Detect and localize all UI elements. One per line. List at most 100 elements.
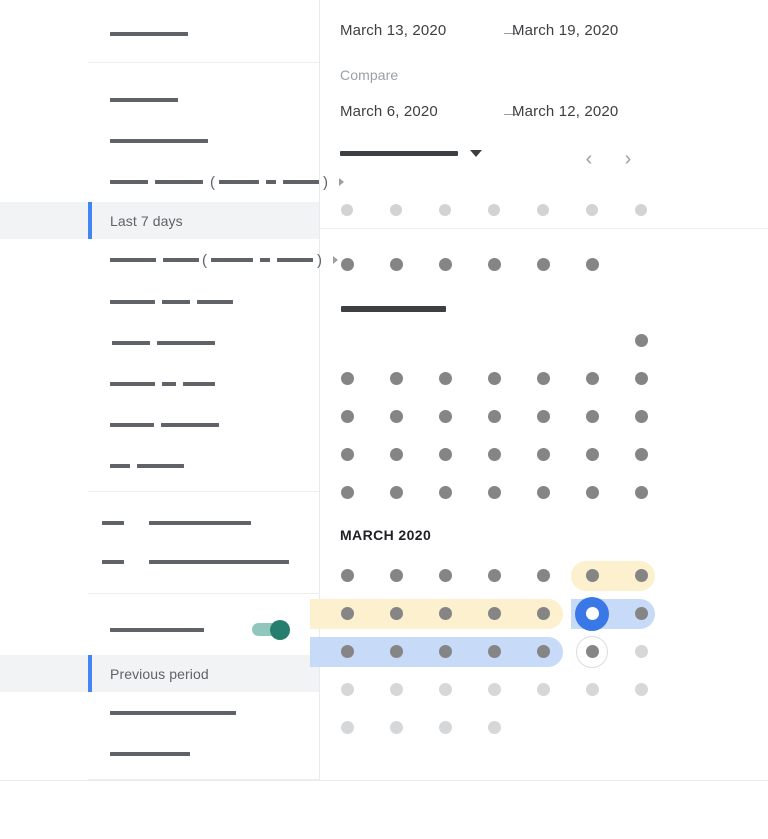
calendar-day[interactable] (635, 410, 648, 423)
calendar-day[interactable] (586, 258, 599, 271)
sidebar-divider-top (88, 62, 319, 63)
sidebar-item-label: Last 7 days (110, 212, 183, 229)
calendar-day-disabled (635, 683, 648, 696)
calendar-week-row (320, 322, 768, 360)
calendar-day[interactable] (390, 410, 403, 423)
primary-end-date-field[interactable]: March 19, 2020 (512, 22, 662, 46)
sidebar-item-7[interactable] (0, 327, 319, 359)
redacted-label (102, 560, 289, 564)
calendar-day-primary[interactable] (635, 607, 648, 620)
calendar-day-disabled (341, 683, 354, 696)
calendar-day[interactable] (390, 486, 403, 499)
calendar-day-primary[interactable] (488, 645, 501, 658)
calendar-day[interactable] (586, 448, 599, 461)
calendar-day[interactable] (488, 569, 501, 582)
calendar-day[interactable] (341, 486, 354, 499)
compare-end-date-field[interactable]: March 12, 2020 (512, 103, 662, 127)
compare-toggle[interactable] (252, 620, 290, 640)
next-month-button[interactable]: › (615, 146, 641, 172)
sidebar-compare-row[interactable] (0, 614, 319, 646)
calendar-day-compare[interactable] (537, 607, 550, 620)
sidebar-item-15[interactable] (0, 697, 319, 729)
primary-start-date-field[interactable]: March 13, 2020 (340, 22, 490, 46)
calendar-day[interactable] (488, 372, 501, 385)
calendar-day[interactable] (439, 410, 452, 423)
redacted-label: ( ) (110, 175, 344, 190)
sidebar-item-8[interactable] (0, 368, 319, 400)
sidebar-item-16[interactable] (0, 738, 319, 770)
calendar-day[interactable] (586, 486, 599, 499)
calendar-day[interactable] (439, 486, 452, 499)
calendar-day[interactable] (439, 569, 452, 582)
calendar-day[interactable] (390, 372, 403, 385)
calendar-day-compare[interactable] (635, 569, 648, 582)
date-range-picker-dialog: ( ) Last 7 days ( ) Previous period Marc… (0, 0, 768, 839)
calendar-day[interactable] (439, 372, 452, 385)
calendar-day-disabled (390, 683, 403, 696)
calendar-day[interactable] (341, 410, 354, 423)
sidebar-item-3[interactable]: ( ) (0, 166, 344, 198)
calendar-day[interactable] (586, 372, 599, 385)
calendar-day-compare[interactable] (390, 607, 403, 620)
calendar-day[interactable] (635, 486, 648, 499)
sidebar-item-2[interactable] (0, 125, 319, 157)
calendar-day[interactable] (390, 258, 403, 271)
weekday-header-dot (586, 204, 598, 216)
calendar-day-compare[interactable] (488, 607, 501, 620)
calendar-day-primary[interactable] (537, 645, 550, 658)
weekday-header-dot (341, 204, 353, 216)
sidebar-item-0[interactable] (0, 18, 319, 50)
sidebar-item-9[interactable] (0, 409, 319, 441)
redacted-label (112, 341, 215, 345)
calendar-week-row (320, 398, 768, 436)
calendar-day[interactable] (537, 258, 550, 271)
calendar-day[interactable] (390, 569, 403, 582)
compare-start-date-field[interactable]: March 6, 2020 (340, 103, 490, 127)
calendar-day[interactable] (390, 448, 403, 461)
sidebar-item-previous-period[interactable]: Previous period (0, 655, 319, 692)
calendar-day[interactable] (537, 372, 550, 385)
calendar-day-compare[interactable] (586, 569, 599, 582)
calendar-day[interactable] (537, 569, 550, 582)
redacted-label: ( ) (110, 253, 338, 268)
sidebar-item-12[interactable] (0, 546, 319, 578)
sidebar-item-label: Previous period (110, 665, 209, 682)
calendar-day-disabled (586, 683, 599, 696)
calendar-day[interactable] (586, 410, 599, 423)
calendar-day[interactable] (341, 258, 354, 271)
calendar-day[interactable] (635, 372, 648, 385)
weekday-header-dot (390, 204, 402, 216)
sidebar-item-5[interactable]: ( ) (0, 244, 338, 276)
sidebar-item-last-7-days[interactable]: Last 7 days (0, 202, 319, 239)
calendar-day[interactable] (537, 448, 550, 461)
calendar-week-row (310, 633, 768, 671)
calendar-day[interactable] (537, 486, 550, 499)
granularity-dropdown[interactable] (340, 150, 482, 157)
calendar-day-today[interactable] (586, 645, 599, 658)
calendar-day[interactable] (488, 258, 501, 271)
calendar-day-primary[interactable] (390, 645, 403, 658)
calendar-day[interactable] (341, 448, 354, 461)
calendar-day-selected[interactable] (586, 607, 599, 620)
calendar-day[interactable] (635, 448, 648, 461)
calendar-day-primary[interactable] (439, 645, 452, 658)
calendar-day[interactable] (488, 448, 501, 461)
compare-end-date-value: March 12, 2020 (512, 103, 619, 120)
calendar-day[interactable] (488, 486, 501, 499)
calendar-day[interactable] (488, 410, 501, 423)
calendar-day-compare[interactable] (439, 607, 452, 620)
sidebar-item-10[interactable] (0, 450, 319, 482)
sidebar-item-6[interactable] (0, 286, 319, 318)
sidebar-item-11[interactable] (0, 507, 319, 539)
sidebar-item-1[interactable] (0, 84, 319, 116)
calendar-day[interactable] (341, 372, 354, 385)
calendar-day-compare[interactable] (341, 607, 354, 620)
calendar-day-primary[interactable] (341, 645, 354, 658)
calendar-day[interactable] (439, 258, 452, 271)
prev-month-button[interactable]: ‹ (576, 146, 602, 172)
calendar-day-disabled (537, 683, 550, 696)
calendar-day[interactable] (439, 448, 452, 461)
calendar-day[interactable] (341, 569, 354, 582)
calendar-day[interactable] (537, 410, 550, 423)
calendar-day[interactable] (635, 334, 648, 347)
